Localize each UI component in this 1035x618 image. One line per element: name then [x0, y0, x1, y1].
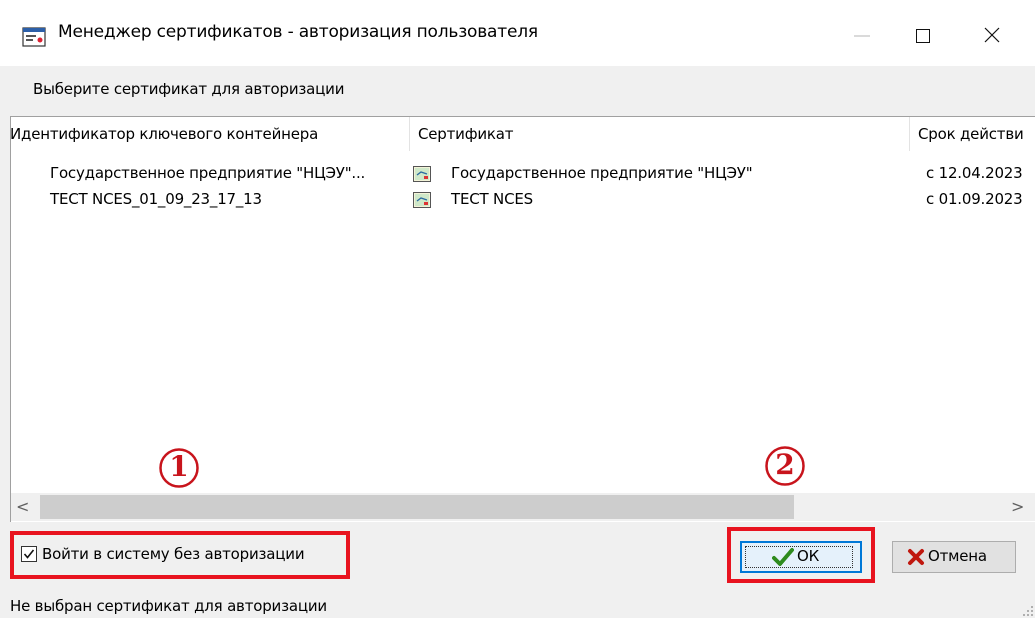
login-without-auth-checkbox[interactable]	[21, 546, 37, 562]
red-x-icon	[908, 549, 924, 565]
scroll-left-arrow-icon[interactable]: <	[16, 497, 29, 516]
column-header-certificate[interactable]: Сертификат	[418, 125, 513, 143]
maximize-icon	[916, 29, 930, 43]
ok-button-label: ОК	[797, 547, 820, 565]
callout-number-2: 2	[775, 448, 795, 481]
login-without-auth-label[interactable]: Войти в систему без авторизации	[42, 545, 305, 563]
row-certificate: TECT NCES	[451, 190, 533, 208]
row-validity: с 12.04.2023	[926, 164, 1023, 182]
checkmark-icon	[23, 549, 35, 559]
certificate-icon	[413, 166, 431, 182]
minimize-icon	[854, 35, 870, 37]
cancel-button-label: Отмена	[928, 547, 987, 565]
scroll-right-arrow-icon[interactable]: >	[1011, 497, 1024, 516]
row-container-id: Государственное предприятие "НЦЭУ"...	[50, 164, 366, 182]
row-certificate: Государственное предприятие "НЦЭУ"	[451, 164, 753, 182]
certificate-manager-app-icon	[22, 27, 46, 47]
maximize-button[interactable]	[905, 21, 941, 51]
minimize-button[interactable]	[848, 21, 878, 51]
status-bar-text: Не выбран сертификат для авторизации	[10, 597, 327, 615]
row-container-id: TECT NCES_01_09_23_17_13	[50, 190, 262, 208]
column-divider[interactable]	[409, 117, 410, 151]
resize-grip-icon[interactable]	[1020, 604, 1034, 617]
prompt-label: Выберите сертификат для авторизации	[33, 80, 345, 98]
column-header-validity[interactable]: Срок действи	[918, 125, 1024, 143]
column-header-container-id[interactable]: Идентификатор ключевого контейнера	[10, 125, 318, 143]
window-title: Менеджер сертификатов - авторизация поль…	[58, 22, 538, 42]
column-divider[interactable]	[909, 117, 910, 151]
green-check-icon	[772, 548, 794, 566]
close-button[interactable]	[970, 19, 1014, 51]
row-validity: с 01.09.2023	[926, 190, 1023, 208]
close-icon	[984, 27, 1000, 43]
scrollbar-thumb[interactable]	[40, 495, 794, 519]
certificate-icon	[413, 192, 431, 208]
callout-number-1: 1	[169, 450, 189, 483]
